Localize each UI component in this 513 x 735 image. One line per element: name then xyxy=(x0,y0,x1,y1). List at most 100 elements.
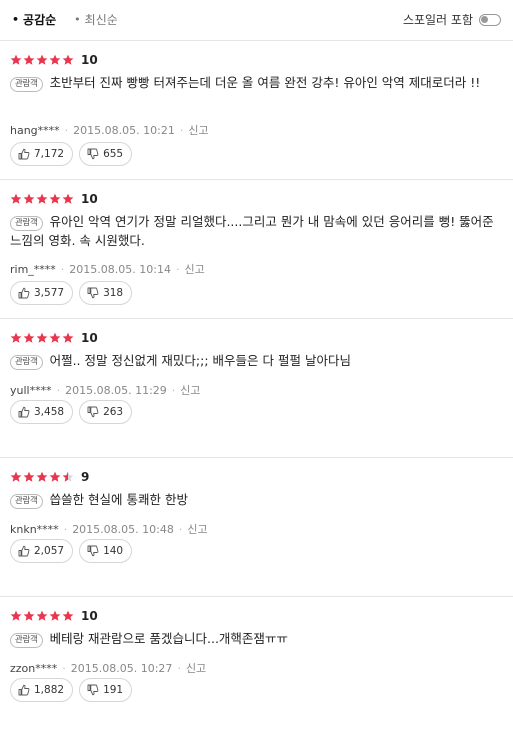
review-content: 관람객 베테랑 재관람으로 품겠습니다...개핵존잼ㅠㅠ xyxy=(10,629,503,648)
spoiler-toggle[interactable] xyxy=(479,13,501,26)
dislike-button[interactable]: 655 xyxy=(79,142,133,166)
like-count: 7,172 xyxy=(34,148,65,160)
vote-buttons: 7,172 655 xyxy=(10,142,138,166)
star-icon xyxy=(62,332,74,343)
review-text: 유아인 악역 연기가 정말 리얼했다....그리고 뭔가 내 맘속에 있던 응어… xyxy=(10,214,494,248)
separator-dot: · xyxy=(171,383,176,397)
star-icon xyxy=(23,610,35,621)
review-score: 9 xyxy=(81,470,90,484)
thumbs-down-icon xyxy=(87,148,99,160)
report-link[interactable]: 신고 xyxy=(184,261,204,277)
review-meta: knkn**** · 2015.08.05. 10:48 · 신고 xyxy=(10,521,208,537)
thumbs-up-icon xyxy=(18,684,30,696)
dislike-button[interactable]: 318 xyxy=(79,281,133,305)
sort-options: • 공감순 • 최신순 xyxy=(12,11,118,28)
thumbs-down-icon xyxy=(87,287,99,299)
report-link[interactable]: 신고 xyxy=(180,382,200,398)
review-meta: yull**** · 2015.08.05. 11:29 · 신고 xyxy=(10,382,201,398)
review-rating: 9 xyxy=(10,470,89,484)
thumbs-up-icon xyxy=(18,545,30,557)
review-author[interactable]: hang**** xyxy=(10,124,60,137)
dislike-count: 140 xyxy=(103,545,124,557)
viewer-badge: 관람객 xyxy=(10,633,43,648)
star-icon xyxy=(10,471,22,482)
review-item: 10 관람객 베테랑 재관람으로 품겠습니다...개핵존잼ㅠㅠ zzon**** · 20… xyxy=(0,596,513,735)
separator-dot: · xyxy=(175,262,180,276)
like-count: 3,458 xyxy=(34,406,65,418)
thumbs-down-icon xyxy=(87,684,99,696)
review-date: 2015.08.05. 11:29 xyxy=(65,383,167,397)
review-item: 10 관람객 초반부터 진짜 빵빵 터져주는데 더운 올 여름 완전 강추! 유아인… xyxy=(0,40,513,179)
sort-by-latest-label: 최신순 xyxy=(84,13,118,27)
review-score: 10 xyxy=(81,609,98,623)
review-author[interactable]: knkn**** xyxy=(10,523,59,536)
review-toolbar: • 공감순 • 최신순 스포일러 포함 xyxy=(0,0,513,40)
review-text: 어쩔.. 정말 정신없게 재밌다;;; 배우들은 다 펄펄 날아다님 xyxy=(49,353,351,368)
star-icon xyxy=(62,610,74,621)
separator-dot: · xyxy=(178,522,183,536)
like-button[interactable]: 3,458 xyxy=(10,400,74,424)
star-icon xyxy=(49,471,61,482)
like-button[interactable]: 7,172 xyxy=(10,142,74,166)
review-rating: 10 xyxy=(10,192,98,206)
star-icon xyxy=(49,193,61,204)
like-button[interactable]: 1,882 xyxy=(10,678,74,702)
review-content: 관람객 유아인 악역 연기가 정말 리얼했다....그리고 뭔가 내 맘속에 있던… xyxy=(10,212,503,250)
review-author[interactable]: rim_**** xyxy=(10,263,56,276)
toggle-knob xyxy=(481,15,488,23)
dislike-count: 318 xyxy=(103,287,124,299)
star-rating xyxy=(10,54,75,66)
bullet-icon: • xyxy=(74,13,81,26)
star-icon xyxy=(10,610,22,621)
star-rating xyxy=(10,332,75,344)
spoiler-filter[interactable]: 스포일러 포함 xyxy=(403,11,501,28)
star-icon xyxy=(10,332,22,343)
review-content: 관람객 어쩔.. 정말 정신없게 재밌다;;; 배우들은 다 펄펄 날아다님 xyxy=(10,351,503,370)
report-link[interactable]: 신고 xyxy=(187,521,207,537)
thumbs-down-icon xyxy=(87,406,99,418)
viewer-badge: 관람객 xyxy=(10,216,43,231)
like-button[interactable]: 3,577 xyxy=(10,281,74,305)
like-count: 3,577 xyxy=(34,287,65,299)
separator-dot: · xyxy=(177,661,181,675)
sort-by-latest[interactable]: • 최신순 xyxy=(74,11,118,28)
star-icon xyxy=(36,54,48,65)
separator-dot: · xyxy=(60,262,65,276)
star-rating xyxy=(10,193,75,205)
review-date: 2015.08.05. 10:27 xyxy=(70,661,173,675)
star-icon xyxy=(36,610,48,621)
review-author[interactable]: zzon**** xyxy=(10,662,57,675)
dislike-count: 191 xyxy=(103,684,124,696)
star-icon xyxy=(62,471,74,482)
separator-dot: · xyxy=(63,522,68,536)
viewer-badge: 관람객 xyxy=(10,355,43,370)
thumbs-down-icon xyxy=(87,545,99,557)
star-icon xyxy=(23,193,35,204)
star-icon xyxy=(36,193,48,204)
like-button[interactable]: 2,057 xyxy=(10,539,74,563)
dislike-button[interactable]: 191 xyxy=(79,678,133,702)
review-date: 2015.08.05. 10:14 xyxy=(69,262,171,276)
thumbs-up-icon xyxy=(18,406,30,418)
separator-dot: · xyxy=(56,383,61,397)
review-date: 2015.08.05. 10:21 xyxy=(73,123,175,137)
sort-by-likes[interactable]: • 공감순 xyxy=(12,11,56,28)
report-link[interactable]: 신고 xyxy=(186,660,206,676)
review-date: 2015.08.05. 10:48 xyxy=(72,522,174,536)
dislike-button[interactable]: 263 xyxy=(79,400,133,424)
review-text: 베테랑 재관람으로 품겠습니다...개핵존잼ㅠㅠ xyxy=(49,631,288,646)
review-content: 관람객 초반부터 진짜 빵빵 터져주는데 더운 올 여름 완전 강추! 유아인 악… xyxy=(10,73,503,92)
review-author[interactable]: yull**** xyxy=(10,384,52,397)
review-rating: 10 xyxy=(10,331,98,345)
review-score: 10 xyxy=(81,192,98,206)
star-icon xyxy=(62,54,74,65)
star-icon xyxy=(36,471,48,482)
bullet-icon: • xyxy=(12,13,20,26)
report-link[interactable]: 신고 xyxy=(188,122,208,138)
star-icon xyxy=(23,54,35,65)
vote-buttons: 3,458 263 xyxy=(10,400,138,424)
viewer-badge: 관람객 xyxy=(10,494,43,509)
dislike-button[interactable]: 140 xyxy=(79,539,133,563)
like-count: 2,057 xyxy=(34,545,65,557)
review-item: 10 관람객 어쩔.. 정말 정신없게 재밌다;;; 배우들은 다 펄펄 날아다님 y… xyxy=(0,318,513,457)
